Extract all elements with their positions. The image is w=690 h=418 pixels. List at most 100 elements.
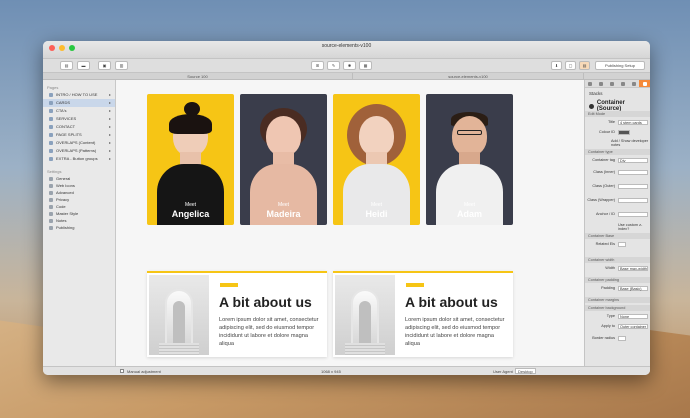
radius-stepper[interactable] — [618, 336, 626, 341]
sidebar-item-setting[interactable]: Privacy — [43, 196, 115, 203]
about-card-2[interactable]: A bit about us Lorem ipsum dolor sit ame… — [333, 271, 513, 357]
sidebar-item-setting[interactable]: General — [43, 175, 115, 182]
sidebar-item-page[interactable]: OVERLAPS (Patterns) ▸ — [43, 147, 115, 155]
sidebar-item-page[interactable]: INTRO / HOW TO USE ▸ — [43, 91, 115, 99]
page-icon — [49, 109, 53, 113]
sidebar-item-page[interactable]: CARDS ▸ — [43, 99, 115, 107]
sidebar-item-setting[interactable]: Web Icons — [43, 182, 115, 189]
class-inner-field[interactable] — [618, 170, 648, 175]
sidebar-item-page[interactable]: OVERLAPS (Content) ▸ — [43, 139, 115, 147]
section-container-padding[interactable]: Container padding — [585, 277, 650, 283]
tag-select[interactable]: Div — [618, 158, 648, 163]
section-container-margins[interactable]: Container margins — [585, 297, 650, 303]
padding-select[interactable]: Base (Basic) — [618, 286, 648, 291]
custom-zindex-checkbox[interactable]: Use custom z-index? — [618, 223, 650, 231]
sidebar-item-label: CARDS — [56, 100, 71, 105]
section-edit-mode[interactable]: Edit Mode — [585, 111, 650, 117]
stacks-icon[interactable]: ▤ — [579, 61, 590, 70]
disclosure-arrow-icon[interactable]: ▸ — [109, 139, 111, 147]
disclosure-arrow-icon[interactable]: ▸ — [109, 115, 111, 123]
class-wrapper-row: Class (Wrapper) — [585, 198, 650, 204]
arch-inner — [359, 301, 371, 343]
about-card-1[interactable]: A bit about us Lorem ipsum dolor sit ame… — [147, 271, 327, 357]
tab-project[interactable]: source-elements-v100 — [353, 73, 584, 79]
disclosure-arrow-icon[interactable]: ▸ — [109, 99, 111, 107]
sidebar-item-setting[interactable]: Notes — [43, 217, 115, 224]
sidebar-item-setting[interactable]: Master Style — [43, 210, 115, 217]
sidebar-item-page[interactable]: SERVICES ▸ — [43, 115, 115, 123]
about-heading: A bit about us — [405, 294, 498, 310]
section-container-type[interactable]: Container type — [585, 149, 650, 155]
disclosure-arrow-icon[interactable]: ▸ — [109, 123, 111, 131]
sidebar-item-label: EXTRA - Button groups — [56, 156, 98, 161]
disclosure-arrow-icon[interactable]: ▸ — [109, 91, 111, 99]
app-window: source-elements-v100 ▤ ▬ ▣ ▥ ⊞ ✎ ✱ ▦ ⬇ ▢… — [43, 41, 650, 375]
sidebar-item-page[interactable]: CONTACT ▸ — [43, 123, 115, 131]
dev-notes-checkbox[interactable]: Add / Show developer notes — [611, 139, 650, 147]
export-icon[interactable]: ▢ — [565, 61, 576, 70]
page-icon — [49, 149, 53, 153]
disclosure-arrow-icon[interactable]: ▸ — [109, 155, 111, 163]
colour-well[interactable] — [618, 130, 630, 135]
card-name: Angelica — [171, 209, 210, 219]
resources-icon[interactable]: ▦ — [359, 61, 372, 70]
inspector-tab-settings[interactable] — [628, 80, 639, 87]
about-body: Lorem ipsum dolor sit amet, consectetur … — [219, 317, 319, 347]
title-field[interactable]: 4 stem cards — [618, 120, 648, 125]
settings-icon[interactable]: ✱ — [343, 61, 356, 70]
related-stepper[interactable] — [618, 242, 626, 247]
tab-inspector[interactable] — [584, 73, 650, 79]
inspector-tab-site[interactable] — [596, 80, 607, 87]
type-row: Type None — [585, 314, 650, 320]
preview-button[interactable]: ▣ — [98, 61, 111, 70]
card-name: Adam — [456, 209, 482, 219]
layout-icon[interactable]: ⊞ — [311, 61, 324, 70]
class-outer-field[interactable] — [618, 184, 648, 189]
sidebar-toggle-button[interactable]: ▤ — [60, 61, 73, 70]
section-container-width[interactable]: Container width — [585, 257, 650, 263]
disclosure-arrow-icon[interactable]: ▸ — [109, 107, 111, 115]
add-page-button[interactable]: ▬ — [77, 61, 90, 70]
profile-card-heidi[interactable]: Meet Heidi — [333, 94, 420, 225]
sidebar-item-setting[interactable]: Publishing — [43, 224, 115, 231]
disclosure-arrow-icon[interactable]: ▸ — [109, 147, 111, 155]
edit-icon[interactable]: ✎ — [327, 61, 340, 70]
sidebar-item-label: General — [56, 176, 71, 181]
sidebar-item-label: INTRO / HOW TO USE — [56, 92, 98, 97]
stairs — [159, 343, 199, 355]
width-select[interactable]: Base max-width — [618, 266, 648, 271]
inspector-tab-layout[interactable] — [607, 80, 618, 87]
profile-card-adam[interactable]: Meet Adam — [426, 94, 513, 225]
sidebar: Pages INTRO / HOW TO USE ▸ CARDS ▸ CTA's ▸ SER… — [43, 80, 116, 366]
sidebar-item-page[interactable]: EXTRA - Button groups ▸ — [43, 155, 115, 163]
sidebar-item-setting[interactable]: Code — [43, 203, 115, 210]
anchor-field[interactable] — [618, 212, 648, 217]
sidebar-item-label: OVERLAPS (Content) — [56, 140, 96, 145]
title-bar: source-elements-v100 — [43, 41, 650, 59]
section-container-background[interactable]: Container background — [585, 305, 650, 311]
window-title: source-elements-v100 — [321, 43, 372, 49]
publishing-setup-button[interactable]: Publishing Setup — [595, 61, 645, 70]
profile-card-angelica[interactable]: Meet Angelica — [147, 94, 234, 225]
profile-card-madeira[interactable]: Meet Madeira — [240, 94, 327, 225]
tab-source[interactable]: Source 100 — [43, 73, 353, 79]
sidebar-item-page[interactable]: CTA's ▸ — [43, 107, 115, 115]
download-icon[interactable]: ⬇ — [551, 61, 562, 70]
apply-label: Apply to — [601, 324, 615, 328]
sidebar-item-setting[interactable]: Advanced — [43, 189, 115, 196]
setting-icon — [49, 204, 53, 209]
apply-select[interactable]: Outer container — [618, 324, 648, 329]
publish-button[interactable]: ▥ — [115, 61, 128, 70]
user-agent-select[interactable]: Desktop — [515, 368, 536, 374]
manual-adjustment-checkbox[interactable] — [120, 369, 124, 373]
class-wrapper-field[interactable] — [618, 198, 648, 203]
tag-row: Container tag Div — [585, 158, 650, 164]
inspector-tab-page[interactable] — [585, 80, 596, 87]
section-container-base[interactable]: Container Base — [585, 233, 650, 239]
inspector-tab-stacks[interactable] — [639, 80, 650, 87]
inspector-tab-style[interactable] — [617, 80, 628, 87]
sidebar-item-page[interactable]: PAGE SPLITS ▸ — [43, 131, 115, 139]
type-select[interactable]: None — [618, 314, 648, 319]
stacks-label: Stacks — [589, 91, 603, 96]
disclosure-arrow-icon[interactable]: ▸ — [109, 131, 111, 139]
